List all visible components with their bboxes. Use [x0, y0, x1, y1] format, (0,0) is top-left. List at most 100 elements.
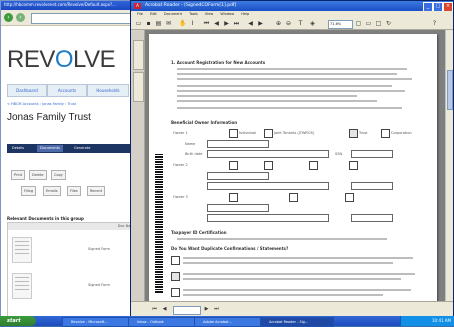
next-page-icon[interactable]: ▶: [223, 20, 230, 27]
next-page-status-icon[interactable]: ▶: [203, 306, 210, 313]
owner2-ssn-field[interactable]: [351, 182, 393, 190]
rotate-icon[interactable]: ↻: [385, 20, 392, 27]
account-tabs-bar: Details Documents Generate: [7, 144, 141, 153]
owner1-birthdate-field[interactable]: [207, 150, 329, 158]
menu-edit[interactable]: Edit: [150, 12, 157, 16]
owner3-birthdate-field[interactable]: [207, 214, 329, 222]
fit-width-icon[interactable]: ▭: [365, 20, 372, 27]
forward-view-icon[interactable]: ▶: [257, 20, 264, 27]
forward-icon[interactable]: ›: [16, 13, 25, 22]
vertical-scrollbar[interactable]: [445, 30, 453, 301]
owner1-trust-checkbox[interactable]: [349, 129, 358, 138]
owner2-birthdate-field[interactable]: [207, 182, 329, 190]
menu-tools[interactable]: Tools: [189, 12, 198, 16]
tab-households[interactable]: Households: [87, 84, 129, 97]
tab-generate[interactable]: Generate: [71, 145, 93, 152]
scrollbar-thumb[interactable]: [447, 70, 453, 110]
birthdate-label: Birth date: [185, 152, 203, 156]
owner2-trust-checkbox[interactable]: [309, 161, 318, 170]
actual-size-icon[interactable]: □: [375, 20, 382, 27]
section-beneficial-owner: Beneficial Owner Information: [171, 120, 238, 125]
option-label: Trust: [359, 131, 368, 135]
owner1-name-field[interactable]: [207, 140, 269, 148]
first-page-status-icon[interactable]: ⏮: [151, 306, 158, 313]
duplicate-option-1-checkbox[interactable]: [171, 256, 180, 265]
first-page-icon[interactable]: ⏮: [203, 20, 210, 27]
option-label: Corporation: [391, 131, 412, 135]
document-link[interactable]: Signed Form: [88, 283, 110, 287]
duplicate-option-2-checkbox[interactable]: [171, 272, 180, 281]
table-header: Doc Name: [8, 223, 140, 230]
previous-page-icon[interactable]: ◀: [213, 20, 220, 27]
owner3-individual-checkbox[interactable]: [229, 193, 238, 202]
subtab-files[interactable]: Files: [67, 186, 81, 196]
menu-window[interactable]: Window: [220, 12, 234, 16]
help-icon[interactable]: ?: [431, 20, 438, 27]
fit-page-icon[interactable]: ▢: [355, 20, 362, 27]
subtab-recent[interactable]: Recent: [87, 186, 106, 196]
snapshot-icon[interactable]: ◈: [309, 20, 316, 27]
owner1-joint-checkbox[interactable]: [264, 129, 273, 138]
owner2-corporation-checkbox[interactable]: [349, 161, 358, 170]
owner2-name-field[interactable]: [207, 172, 269, 180]
hand-tool-icon[interactable]: ✋: [179, 20, 186, 27]
owner3-trust-checkbox[interactable]: [345, 193, 354, 202]
save-icon[interactable]: ▪: [145, 20, 152, 27]
menu-document[interactable]: Document: [164, 12, 182, 16]
section-duplicate-confirmations: Do You Want Duplicate Confirmations / St…: [171, 246, 289, 251]
back-icon[interactable]: ‹: [4, 13, 13, 22]
zoom-select[interactable]: 71.6%: [328, 20, 353, 29]
owner1-ssn-field[interactable]: [351, 150, 393, 158]
menu-file[interactable]: File: [137, 12, 143, 16]
document-thumbnail[interactable]: [12, 237, 32, 263]
reader-toolbar: ▭ ▪ ▤ ✉ ✋ I ⏮ ◀ ▶ ⏭ ◀ ▶ ⊕ ⊖ T ◈ 71.6% ▢ …: [131, 18, 453, 30]
tab-details[interactable]: Details: [9, 145, 27, 152]
page-number-field[interactable]: [173, 306, 201, 315]
barcode: [155, 154, 163, 294]
reader-title-bar: A Acrobat Reader - [SignedCOForm[1].pdf]…: [131, 1, 453, 12]
prev-page-status-icon[interactable]: ◀: [161, 306, 168, 313]
text-tool-icon[interactable]: T: [297, 20, 304, 27]
document-view[interactable]: 1. Account Registration for New Accounts…: [145, 30, 445, 301]
document-link[interactable]: Signed Form: [88, 247, 110, 251]
pages-tab[interactable]: [133, 72, 144, 102]
owner3-ssn-field[interactable]: [351, 214, 393, 222]
document-thumbnail[interactable]: [12, 273, 32, 299]
zoom-out-icon[interactable]: ⊖: [285, 20, 292, 27]
option-label: Joint Tenants (JTWROS): [274, 131, 315, 135]
option-label: Individual: [239, 131, 257, 135]
owner1-individual-checkbox[interactable]: [229, 129, 238, 138]
delete-button[interactable]: Delete: [29, 170, 47, 180]
address-bar[interactable]: [31, 13, 138, 24]
tab-dashboard[interactable]: Dashboard: [7, 84, 47, 97]
owner3-label: Owner 3: [173, 195, 188, 199]
owner3-joint-checkbox[interactable]: [289, 193, 298, 202]
zoom-in-icon[interactable]: ⊕: [275, 20, 282, 27]
open-icon[interactable]: ▭: [135, 20, 142, 27]
owner2-individual-checkbox[interactable]: [229, 161, 238, 170]
tab-accounts[interactable]: Accounts: [47, 84, 87, 97]
print-button[interactable]: Print: [11, 170, 26, 180]
subtab-filing[interactable]: Filing: [21, 186, 37, 196]
breadcrumb[interactable]: < HBCM Accounts › Jonas Family › Trust: [7, 102, 76, 106]
select-text-icon[interactable]: I: [189, 20, 196, 27]
menu-view[interactable]: View: [205, 12, 213, 16]
folder-heading: Relevant Documents in this group: [7, 216, 84, 221]
email-icon[interactable]: ✉: [165, 20, 172, 27]
last-page-icon[interactable]: ⏭: [233, 20, 240, 27]
start-button[interactable]: start: [0, 316, 36, 326]
copy-button[interactable]: Copy: [51, 170, 66, 180]
owner1-corporation-checkbox[interactable]: [381, 129, 390, 138]
back-view-icon[interactable]: ◀: [247, 20, 254, 27]
print-icon[interactable]: ▤: [155, 20, 162, 27]
menu-help[interactable]: Help: [241, 12, 249, 16]
last-page-status-icon[interactable]: ⏭: [213, 306, 220, 313]
tab-documents[interactable]: Documents: [37, 145, 63, 152]
owner3-name-field[interactable]: [207, 204, 269, 212]
subtab-emails[interactable]: Emails: [43, 186, 61, 196]
duplicate-option-3-checkbox[interactable]: [171, 288, 180, 297]
page-title: Jonas Family Trust: [7, 112, 91, 123]
owner2-joint-checkbox[interactable]: [264, 161, 273, 170]
bookmarks-tab[interactable]: [133, 40, 144, 70]
name-label: Name: [185, 142, 196, 146]
